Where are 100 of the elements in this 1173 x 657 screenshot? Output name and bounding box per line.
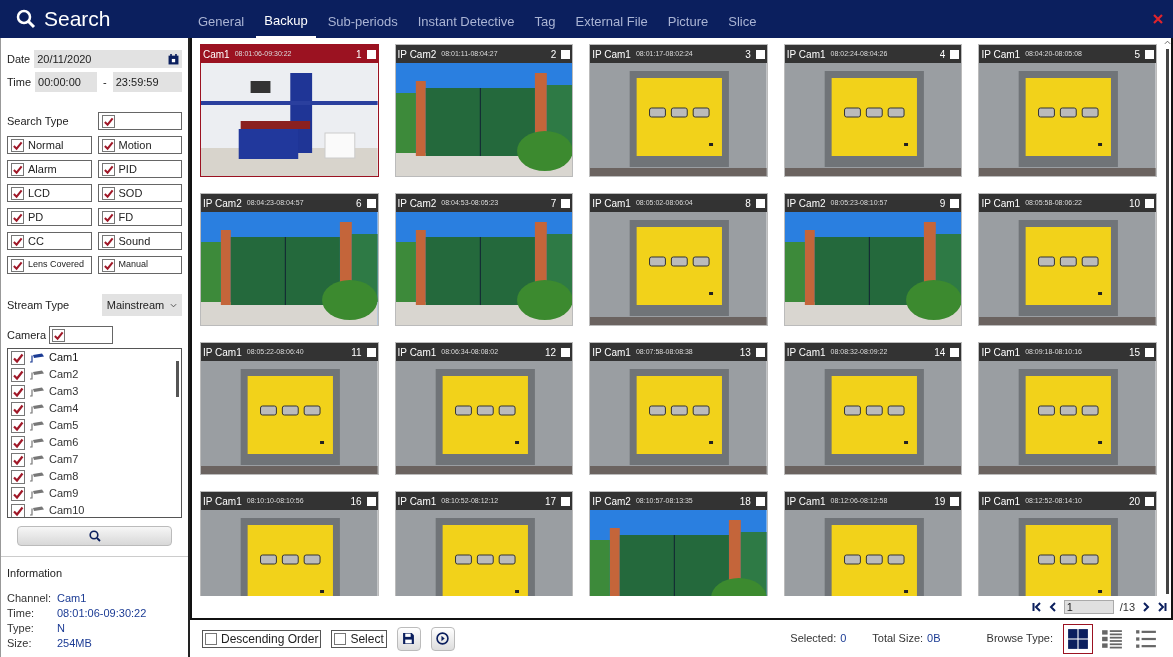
- checkbox[interactable]: [11, 401, 25, 416]
- search-type-option[interactable]: FD: [97, 208, 182, 226]
- tab[interactable]: Slice: [720, 6, 765, 38]
- tab[interactable]: Picture: [659, 6, 717, 38]
- camera-item[interactable]: Cam1: [11, 349, 173, 366]
- search-type-option[interactable]: Sound: [97, 232, 182, 250]
- tab[interactable]: General: [190, 6, 253, 38]
- camera-name: IP Cam1: [981, 196, 1021, 211]
- checkbox[interactable]: [11, 367, 25, 382]
- camera-item[interactable]: Cam3: [11, 383, 173, 400]
- camera-item[interactable]: Cam4: [11, 400, 173, 417]
- checkbox[interactable]: [11, 258, 24, 272]
- camera-item[interactable]: Cam2: [11, 366, 173, 383]
- descending-order-checkbox[interactable]: Descending Order: [202, 629, 322, 648]
- previous-page-icon[interactable]: [1047, 602, 1058, 612]
- checkbox[interactable]: [334, 632, 347, 645]
- checkbox[interactable]: [1145, 496, 1154, 506]
- checkbox[interactable]: [11, 486, 25, 501]
- checkbox[interactable]: [11, 162, 24, 176]
- checkbox[interactable]: [11, 186, 24, 200]
- tab[interactable]: Sub-periods: [319, 6, 406, 38]
- checkbox[interactable]: [101, 210, 115, 224]
- checkbox[interactable]: [561, 49, 571, 59]
- camera-item[interactable]: Cam5: [11, 417, 173, 434]
- chevron-up-icon[interactable]: [1163, 40, 1171, 45]
- checkbox[interactable]: [11, 210, 24, 224]
- end-time-field[interactable]: 23:59:59: [112, 72, 182, 92]
- checkbox[interactable]: [755, 49, 765, 59]
- checkbox[interactable]: [950, 198, 960, 208]
- search-type-option[interactable]: PD: [7, 208, 92, 226]
- camera-item[interactable]: Cam8: [11, 468, 173, 485]
- camera-name: IP Cam1: [786, 494, 826, 509]
- checkbox[interactable]: [561, 496, 571, 506]
- checkbox[interactable]: [101, 258, 115, 272]
- camera-item[interactable]: Cam10: [11, 502, 173, 517]
- next-page-icon[interactable]: [1141, 602, 1151, 612]
- start-time-field[interactable]: 00:00:00: [35, 72, 98, 92]
- checkbox[interactable]: [755, 496, 765, 506]
- browse-type-button[interactable]: [1063, 623, 1093, 654]
- select-checkbox[interactable]: Select: [331, 629, 387, 648]
- checkbox[interactable]: [101, 186, 115, 200]
- first-page-icon[interactable]: [1031, 602, 1042, 612]
- checkbox[interactable]: [1145, 198, 1154, 208]
- tab[interactable]: External File: [567, 6, 656, 38]
- page-field[interactable]: 1: [1063, 600, 1114, 614]
- checkbox[interactable]: [11, 384, 25, 399]
- checkbox[interactable]: [52, 328, 66, 342]
- camera-name: IP Cam1: [397, 345, 437, 360]
- checkbox[interactable]: [366, 198, 376, 208]
- search-type-option[interactable]: Manual: [97, 256, 182, 274]
- checkbox[interactable]: [101, 162, 115, 176]
- checkbox[interactable]: [366, 347, 376, 357]
- search-type-option[interactable]: Motion: [97, 136, 182, 154]
- tab[interactable]: Instant Detective: [409, 6, 523, 38]
- thumbnail-number: 4: [939, 47, 946, 62]
- save-button[interactable]: [396, 626, 421, 651]
- tab[interactable]: Backup: [256, 6, 316, 38]
- scrollbar[interactable]: [1163, 38, 1171, 596]
- search-type-option[interactable]: PID: [97, 160, 182, 178]
- checkbox[interactable]: [11, 234, 24, 248]
- camera-name: IP Cam1: [203, 345, 242, 360]
- last-page-icon[interactable]: [1157, 602, 1167, 612]
- checkbox[interactable]: [755, 198, 765, 208]
- camera-item[interactable]: Cam9: [11, 485, 173, 502]
- date-field[interactable]: 20/11/2020: [34, 50, 182, 68]
- camera-icon: [29, 385, 45, 398]
- checkbox[interactable]: [950, 347, 960, 357]
- checkbox[interactable]: [950, 49, 960, 59]
- checkbox[interactable]: [366, 496, 376, 506]
- checkbox[interactable]: [950, 496, 960, 506]
- checkbox[interactable]: [11, 503, 25, 517]
- play-button[interactable]: [430, 626, 455, 651]
- checkbox[interactable]: [101, 234, 115, 248]
- search-type-option[interactable]: Alarm: [7, 160, 92, 178]
- checkbox[interactable]: [11, 452, 25, 467]
- search-type-option[interactable]: SOD: [97, 184, 182, 202]
- calendar-icon[interactable]: [168, 53, 179, 65]
- checkbox[interactable]: [101, 138, 115, 152]
- checkbox[interactable]: [11, 350, 25, 365]
- checkbox[interactable]: [1145, 49, 1154, 59]
- checkbox[interactable]: [11, 138, 24, 152]
- search-type-option[interactable]: Normal: [7, 136, 92, 154]
- checkbox[interactable]: [101, 114, 115, 128]
- search-type-option[interactable]: LCD: [7, 184, 92, 202]
- checkbox[interactable]: [11, 435, 25, 450]
- camera-item[interactable]: Cam7: [11, 451, 173, 468]
- thumbnail-number: 8: [745, 196, 751, 211]
- checkbox[interactable]: [561, 347, 571, 357]
- checkbox[interactable]: [366, 49, 376, 59]
- checkbox[interactable]: [561, 198, 571, 208]
- checkbox[interactable]: [11, 418, 25, 433]
- camera-item[interactable]: Cam6: [11, 434, 173, 451]
- search-type-option[interactable]: CC: [7, 232, 92, 250]
- stream-type-dropdown[interactable]: Mainstream: [102, 294, 182, 316]
- tab[interactable]: Tag: [526, 6, 564, 38]
- search-type-option[interactable]: Lens Covered: [7, 256, 92, 274]
- checkbox[interactable]: [11, 469, 25, 484]
- checkbox[interactable]: [755, 347, 765, 357]
- checkbox[interactable]: [1145, 347, 1154, 357]
- checkbox[interactable]: [205, 632, 217, 645]
